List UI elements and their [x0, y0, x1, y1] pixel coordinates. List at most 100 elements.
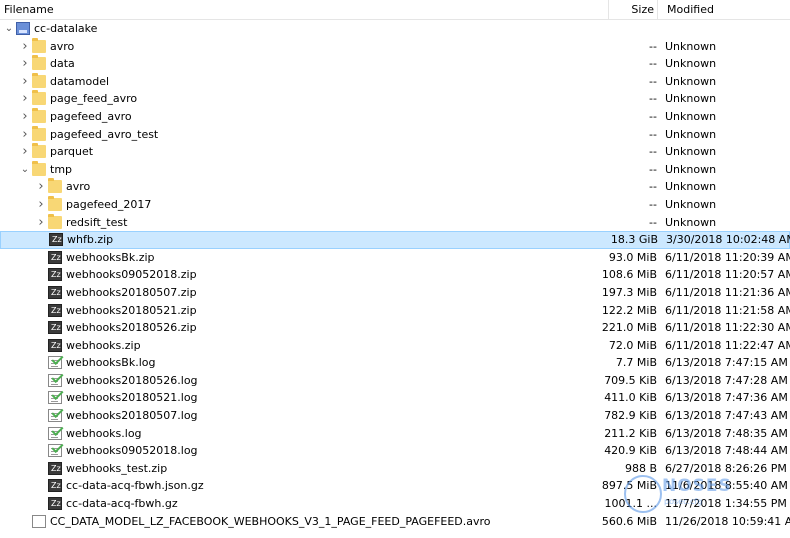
item-name: page_feed_avro: [50, 92, 138, 106]
file-row[interactable]: webhooks.zip 72.0 MiB 6/11/2018 11:22:47 A…: [0, 337, 790, 354]
item-modified: 6/11/2018 11:22:47 AM: [665, 338, 790, 352]
zip-icon: [48, 249, 62, 266]
item-size: 197.3 MiB: [601, 285, 657, 299]
item-size: --: [649, 180, 657, 194]
drive-icon: [16, 22, 30, 35]
folder-row[interactable]: › pagefeed_2017 -- Unknown: [0, 195, 790, 214]
item-name: CC_DATA_MODEL_LZ_FACEBOOK_WEBHOOKS_V3_1_…: [50, 514, 491, 528]
file-row[interactable]: webhooks20180507.zip 197.3 MiB 6/11/2018 1…: [0, 284, 790, 302]
modified-column-header[interactable]: Modified: [667, 3, 714, 16]
item-name: cc-data-acq-fbwh.json.gz: [66, 479, 204, 493]
folder-row[interactable]: › parquet -- Unknown: [0, 143, 790, 161]
item-modified: 6/13/2018 7:47:28 AM: [665, 373, 788, 387]
item-name: webhooks20180507.zip: [66, 285, 197, 299]
folder-icon: [48, 195, 62, 211]
item-modified: Unknown: [665, 145, 717, 159]
chevron-right-icon[interactable]: ›: [36, 178, 46, 196]
item-name: cc-data-acq-fbwh.gz: [66, 497, 178, 511]
item-modified: Unknown: [665, 39, 717, 53]
chevron-right-icon[interactable]: ›: [36, 214, 46, 232]
column-header: Filename Size Modified ^: [0, 0, 790, 20]
folder-icon: [32, 37, 46, 53]
folder-row[interactable]: › page_feed_avro -- Unknown: [0, 90, 790, 108]
file-row[interactable]: cc-data-acq-fbwh.json.gz 897.5 MiB 11/6/20…: [0, 477, 790, 495]
chevron-down-icon[interactable]: ⌄: [4, 20, 14, 38]
item-modified: 6/11/2018 11:22:30 AM: [665, 321, 790, 335]
item-modified: Unknown: [665, 180, 717, 194]
file-row[interactable]: webhooks20180521.zip 122.2 MiB 6/11/2018 1…: [0, 302, 790, 319]
size-column-header[interactable]: Size: [608, 0, 658, 19]
item-name: cc-datalake: [34, 22, 98, 35]
folder-icon: [48, 213, 62, 229]
item-size: --: [649, 74, 657, 88]
folder-icon: [32, 160, 46, 176]
item-size: 93.0 MiB: [608, 250, 657, 264]
item-modified: Unknown: [665, 162, 717, 176]
item-modified: Unknown: [665, 127, 717, 141]
folder-icon: [48, 178, 62, 194]
folder-row[interactable]: › pagefeed_avro_test -- Unknown: [0, 125, 790, 144]
zip-icon: [48, 319, 62, 337]
folder-row[interactable]: › avro -- Unknown: [0, 37, 790, 56]
file-row[interactable]: webhooks09052018.log 420.9 KiB 6/13/2018 7…: [0, 442, 790, 460]
chevron-right-icon[interactable]: ›: [36, 196, 46, 214]
file-row[interactable]: webhooks_test.zip 988 B 6/27/2018 8:26:26 …: [0, 460, 790, 477]
chevron-right-icon[interactable]: ›: [20, 55, 30, 73]
file-row[interactable]: webhooks09052018.zip 108.6 MiB 6/11/2018 1…: [0, 266, 790, 284]
file-row[interactable]: webhooks20180526.log 709.5 KiB 6/13/2018 7…: [0, 372, 790, 390]
file-row[interactable]: webhooks20180521.log 411.0 KiB 6/13/2018 7…: [0, 389, 790, 407]
item-modified: Unknown: [665, 109, 717, 123]
item-name: tmp: [50, 162, 73, 176]
item-size: 211.2 KiB: [604, 426, 657, 440]
file-row[interactable]: webhooksBk.zip 93.0 MiB 6/11/2018 11:20:39…: [0, 249, 790, 266]
folder-row[interactable]: › avro -- Unknown: [0, 178, 790, 196]
item-name: webhooksBk.log: [66, 356, 156, 370]
item-name: pagefeed_avro_test: [50, 127, 159, 141]
filename-column-header[interactable]: Filename: [4, 3, 54, 16]
file-row[interactable]: webhooks.log 211.2 KiB 6/13/2018 7:48:35 A…: [0, 425, 790, 443]
chevron-right-icon[interactable]: ›: [20, 108, 30, 126]
chevron-right-icon[interactable]: ›: [20, 126, 30, 144]
item-size: --: [649, 39, 657, 53]
folder-row[interactable]: ⌄ tmp -- Unknown: [0, 160, 790, 179]
file-row[interactable]: webhooksBk.log 7.7 MiB 6/13/2018 7:47:15 A…: [0, 354, 790, 372]
item-name: webhooksBk.zip: [66, 250, 155, 264]
log-icon: [48, 444, 62, 458]
folder-row[interactable]: › data -- Unknown: [0, 55, 790, 73]
folder-row[interactable]: › datamodel -- Unknown: [0, 72, 790, 91]
folder-row[interactable]: › pagefeed_avro -- Unknown: [0, 107, 790, 126]
item-size: --: [649, 197, 657, 211]
item-modified: 6/27/2018 8:26:26 PM: [665, 461, 787, 475]
file-row[interactable]: webhooks20180526.zip 221.0 MiB 6/11/2018 1…: [0, 319, 790, 337]
folder-row[interactable]: ⌄ cc-datalake: [0, 20, 790, 38]
item-size: 122.2 MiB: [601, 303, 657, 317]
file-row[interactable]: whfb.zip 18.3 GiB 3/30/2018 10:02:48 AM: [0, 231, 790, 249]
item-size: 782.9 KiB: [604, 409, 657, 423]
zip-icon: [48, 477, 62, 495]
zip-icon: [49, 231, 63, 249]
chevron-down-icon[interactable]: ⌄: [20, 161, 30, 179]
chevron-right-icon[interactable]: ›: [20, 38, 30, 56]
item-modified: 11/26/2018 10:59:41 AM: [665, 514, 790, 528]
file-row[interactable]: webhooks20180507.log 782.9 KiB 6/13/2018 7…: [0, 407, 790, 425]
file-row[interactable]: CC_DATA_MODEL_LZ_FACEBOOK_WEBHOOKS_V3_1_…: [0, 513, 790, 531]
chevron-right-icon[interactable]: ›: [20, 90, 30, 108]
file-row[interactable]: cc-data-acq-fbwh.gz 1001.1 ... 11/7/2018 1…: [0, 495, 790, 513]
log-icon: [48, 373, 62, 387]
zip-icon: [48, 266, 62, 284]
chevron-right-icon[interactable]: ›: [20, 73, 30, 91]
item-name: webhooks.zip: [66, 338, 141, 352]
folder-icon: [32, 55, 46, 71]
item-size: 420.9 KiB: [604, 444, 657, 458]
item-name: avro: [50, 39, 75, 53]
item-size: 560.6 MiB: [601, 514, 657, 528]
item-name: webhooks20180507.log: [66, 409, 198, 423]
folder-row[interactable]: › redsift_test -- Unknown: [0, 213, 790, 232]
chevron-right-icon[interactable]: ›: [20, 143, 30, 161]
item-modified: 6/13/2018 7:48:35 AM: [665, 426, 788, 440]
item-modified: 11/7/2018 1:34:55 PM: [665, 497, 787, 511]
item-name: webhooks20180521.log: [66, 391, 198, 405]
item-modified: 6/11/2018 11:20:39 AM: [665, 250, 790, 264]
item-name: data: [50, 57, 75, 71]
item-size: --: [649, 57, 657, 71]
